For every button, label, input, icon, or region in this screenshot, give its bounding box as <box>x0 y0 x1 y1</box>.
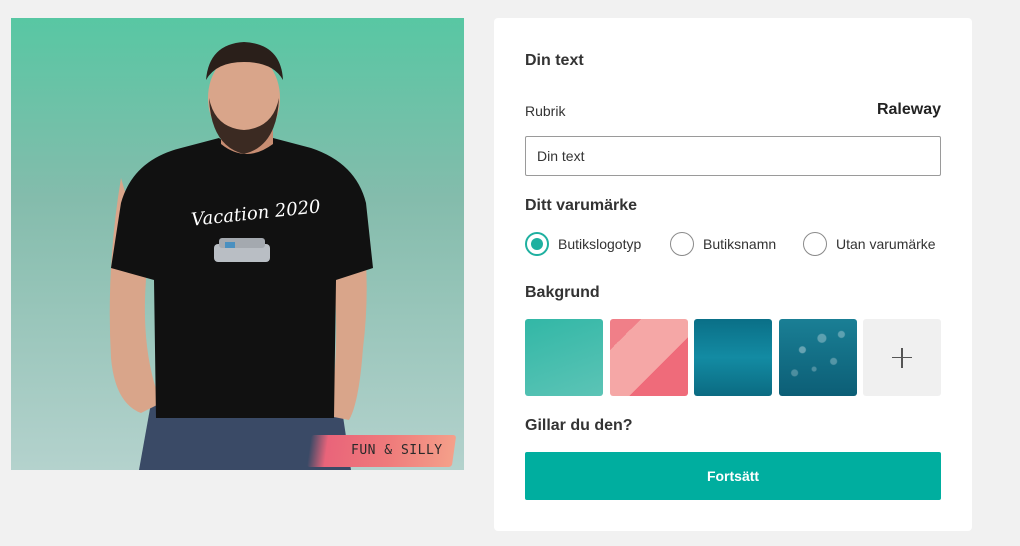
background-swatch-pink[interactable] <box>610 319 688 396</box>
product-preview-image: Vacation 2020 FUN & SILLY <box>11 18 464 470</box>
background-swatches <box>525 319 941 396</box>
brand-option-no-brand[interactable]: Utan varumärke <box>803 232 936 256</box>
headline-text-input[interactable] <box>525 136 941 176</box>
background-swatch-bokeh[interactable] <box>779 319 857 396</box>
brand-radio-group: Butikslogotyp Butiksnamn Utan varumärke <box>525 232 945 256</box>
like-heading: Gillar du den? <box>525 417 633 434</box>
brand-option-label: Butikslogotyp <box>558 236 642 252</box>
radio-unselected-icon[interactable] <box>670 232 694 256</box>
plus-icon <box>892 347 912 368</box>
continue-button[interactable]: Fortsätt <box>525 452 941 500</box>
background-heading: Bakgrund <box>525 284 600 301</box>
brand-option-shop-logo[interactable]: Butikslogotyp <box>525 232 641 256</box>
brand-option-label: Utan varumärke <box>836 236 936 252</box>
radio-unselected-icon[interactable] <box>803 232 827 256</box>
brand-option-shop-name[interactable]: Butiksnamn <box>670 232 776 256</box>
headline-label: Rubrik <box>525 103 566 119</box>
background-swatch-teal[interactable] <box>525 319 603 396</box>
your-text-heading: Din text <box>525 52 584 69</box>
add-background-button[interactable] <box>863 319 941 396</box>
brand-option-label: Butiksnamn <box>703 236 777 252</box>
brand-heading: Ditt varumärke <box>525 197 638 214</box>
brand-tag-label: FUN & SILLY <box>351 443 443 458</box>
font-selector[interactable]: Raleway <box>877 101 941 119</box>
model-illustration <box>109 42 373 470</box>
radio-selected-icon[interactable] <box>525 232 549 256</box>
customize-panel: Din text Rubrik Raleway Ditt varumärke B… <box>494 18 972 531</box>
background-swatch-ocean[interactable] <box>694 319 772 396</box>
